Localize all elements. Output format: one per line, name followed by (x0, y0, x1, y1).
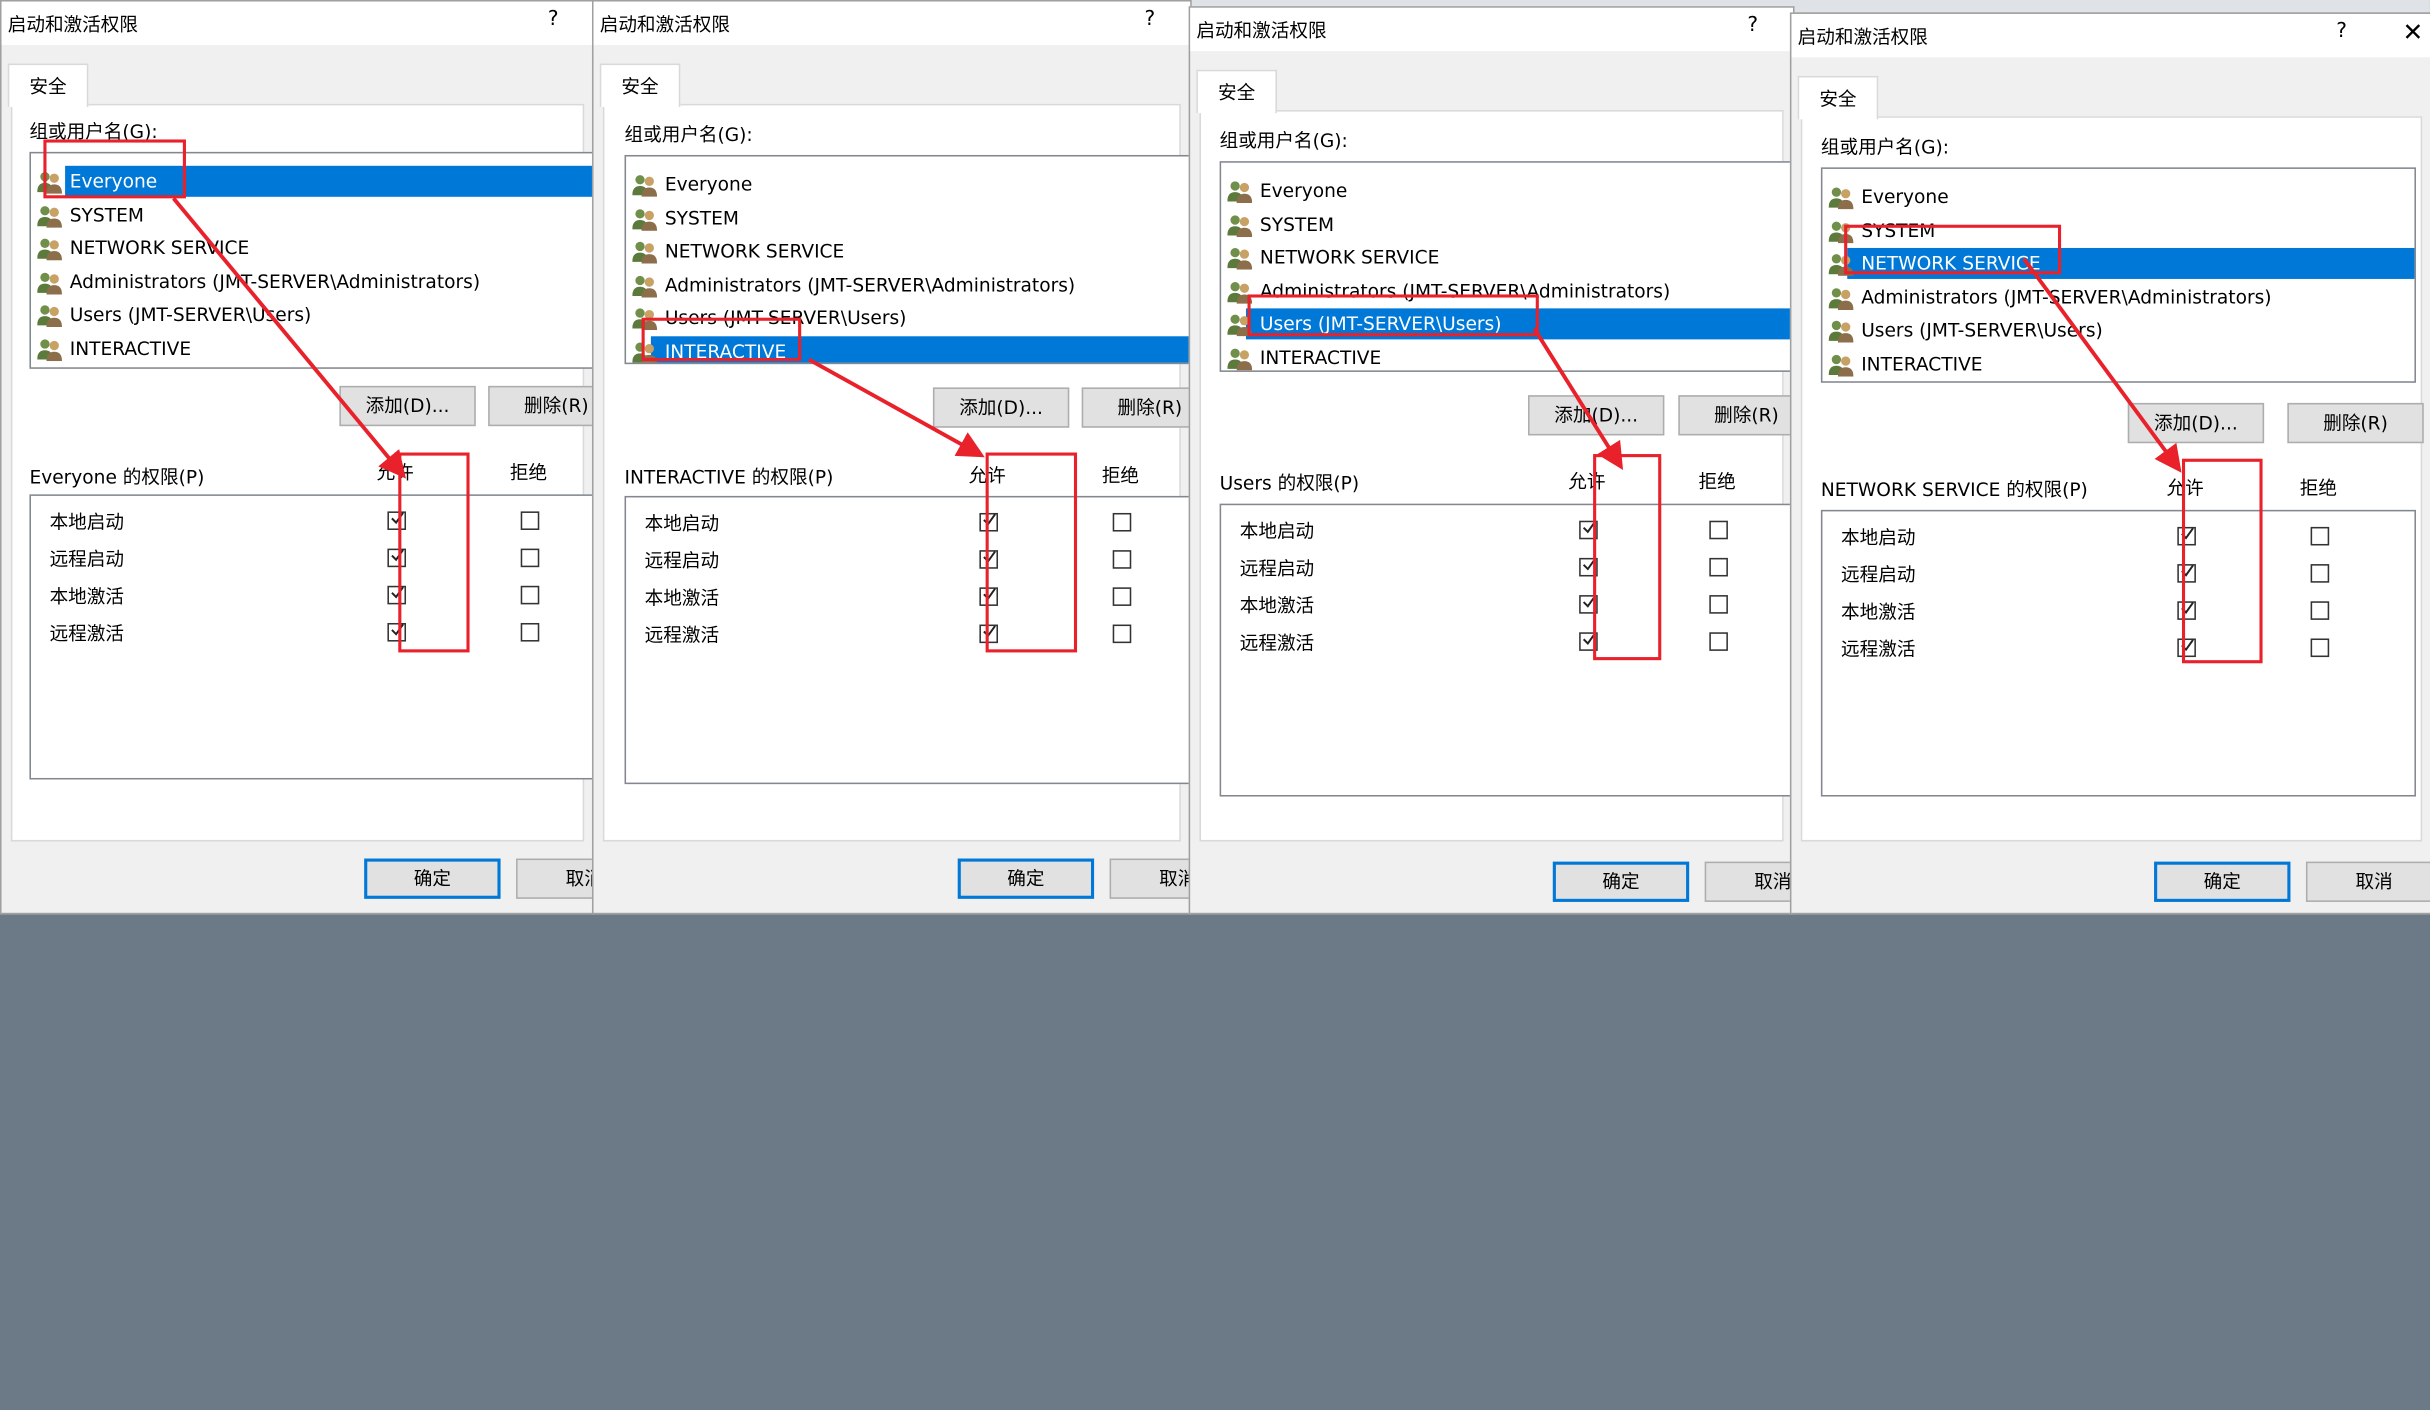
annotation-box-user (641, 317, 802, 362)
annotation-box-allow (2181, 458, 2263, 664)
annotation-box-user (1844, 224, 2062, 275)
annotation-arrow (2022, 257, 2182, 473)
annotation-box-allow (398, 452, 470, 653)
annotation-arrow (808, 357, 985, 458)
annotation-box-allow (1593, 454, 1662, 661)
annotation-box-allow (985, 452, 1078, 653)
annotation-arrow (172, 197, 407, 479)
annotation-box-user (43, 139, 186, 199)
screenshot-canvas: 启动和激活权限? 安全 组或用户名(G): Everyone SYSTEM NETWORK… (0, 0, 2430, 1410)
annotation-arrow (1532, 327, 1624, 471)
annotation-box-user (1247, 294, 1539, 337)
annotation-overlay (172, 197, 2182, 479)
